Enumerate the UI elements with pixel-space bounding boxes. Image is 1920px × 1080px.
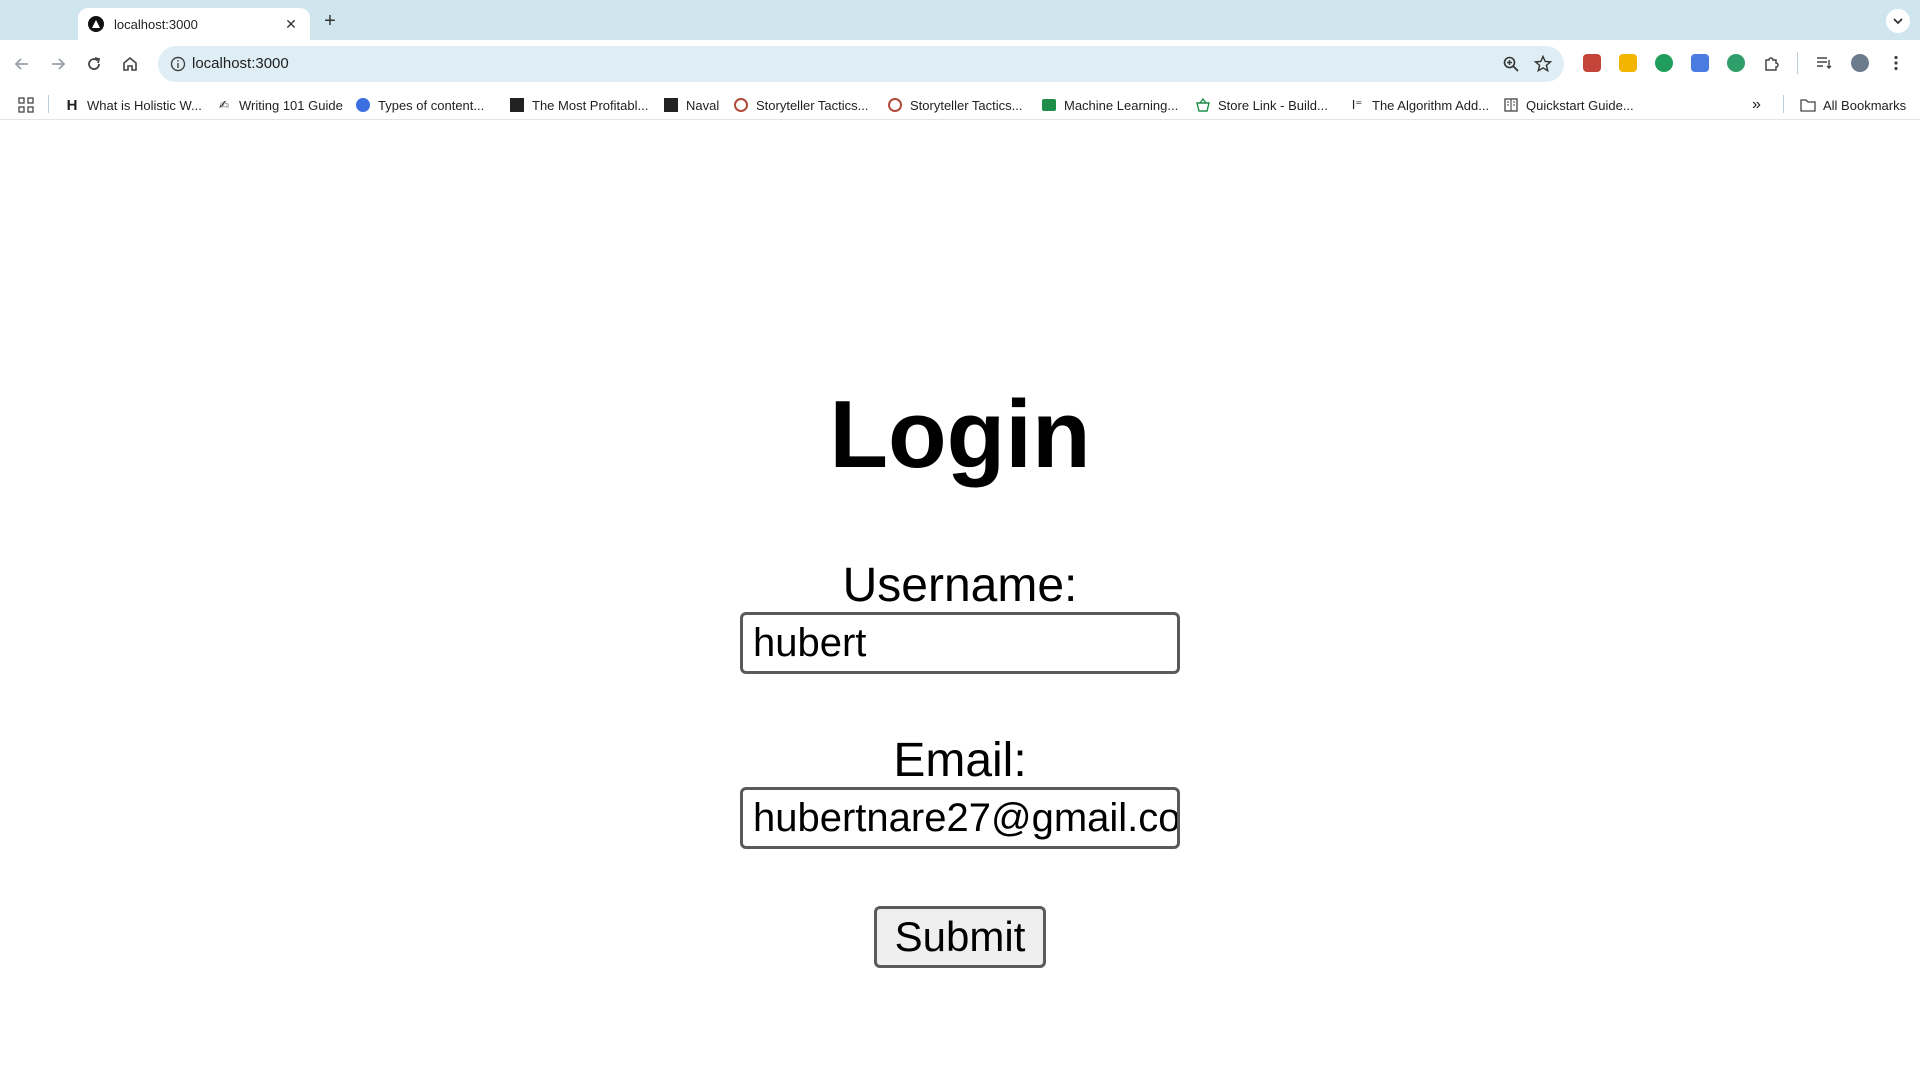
- bookmarks-divider: [1783, 95, 1784, 113]
- bookmark-item[interactable]: The Most Profitabl...: [509, 96, 648, 114]
- active-tab[interactable]: localhost:3000 ✕: [78, 8, 310, 40]
- extension-blue-icon[interactable]: [1691, 54, 1709, 72]
- reload-icon[interactable]: [82, 52, 106, 76]
- bookmark-item[interactable]: Store Link - Build...: [1195, 96, 1328, 114]
- apps-grid-icon[interactable]: [18, 96, 34, 114]
- bookmark-item[interactable]: I⁼ The Algorithm Add...: [1349, 96, 1489, 114]
- triangle-favicon-icon: [88, 16, 104, 32]
- dark-square-icon: [509, 97, 525, 113]
- username-input[interactable]: hubert: [740, 612, 1180, 674]
- info-icon[interactable]: [170, 56, 186, 72]
- close-icon[interactable]: ✕: [282, 15, 300, 33]
- book-icon: [1503, 97, 1519, 113]
- profile-avatar[interactable]: [1851, 54, 1869, 72]
- all-bookmarks-button[interactable]: All Bookmarks: [1800, 96, 1906, 114]
- extension-yellow-icon[interactable]: [1619, 54, 1637, 72]
- bookmarks-bar: H What is Holistic W... ✍ Writing 101 Gu…: [0, 88, 1920, 120]
- h-letter-icon: H: [66, 96, 78, 114]
- bookmark-item[interactable]: Types of content...: [355, 96, 484, 114]
- email-label: Email:: [893, 734, 1027, 787]
- home-icon[interactable]: [118, 52, 142, 76]
- reading-list-icon[interactable]: [1815, 54, 1833, 72]
- submit-button[interactable]: Submit: [874, 906, 1046, 968]
- page-title: Login: [829, 381, 1091, 488]
- bookmark-item[interactable]: Naval: [663, 96, 719, 114]
- folder-icon: [1800, 97, 1816, 113]
- tab-title: localhost:3000: [114, 16, 198, 32]
- bookmark-item[interactable]: Machine Learning...: [1041, 96, 1178, 114]
- tab-search-chevron-icon[interactable]: [1886, 9, 1910, 33]
- green-square-icon: [1041, 97, 1057, 113]
- dark-square-icon: [663, 97, 679, 113]
- bookmark-item[interactable]: Storyteller Tactics...: [887, 96, 1022, 114]
- extension-green-icon[interactable]: [1727, 54, 1745, 72]
- round-badge-icon: [887, 97, 903, 113]
- bookmark-item[interactable]: ✍ Writing 101 Guide: [216, 96, 343, 114]
- grammarly-icon[interactable]: [1655, 54, 1673, 72]
- bookmark-item[interactable]: H What is Holistic W...: [64, 96, 202, 114]
- bookmark-star-icon[interactable]: [1533, 54, 1553, 73]
- new-tab-plus-icon[interactable]: +: [318, 9, 342, 33]
- url-text: localhost:3000: [192, 55, 289, 72]
- more-bookmarks-chevron-icon[interactable]: »: [1752, 96, 1761, 114]
- basket-icon: [1195, 97, 1211, 113]
- toolbar-divider: [1797, 52, 1798, 74]
- username-label: Username:: [842, 559, 1078, 612]
- round-badge-icon: [733, 97, 749, 113]
- pen-icon: ✍: [218, 98, 230, 112]
- forward-arrow-icon[interactable]: [46, 52, 70, 76]
- extension-red-icon[interactable]: [1583, 54, 1601, 72]
- email-input[interactable]: hubertnare27@gmail.com: [740, 787, 1180, 849]
- puzzle-extensions-icon[interactable]: [1763, 54, 1781, 72]
- back-arrow-icon[interactable]: [10, 52, 34, 76]
- bookmark-item[interactable]: Storyteller Tactics...: [733, 96, 868, 114]
- zoom-icon[interactable]: [1502, 55, 1520, 73]
- kebab-menu-icon[interactable]: [1887, 54, 1905, 72]
- tab-strip: localhost:3000 ✕ +: [0, 0, 1920, 40]
- text-icon: I⁼: [1351, 97, 1363, 112]
- bookmark-item[interactable]: Quickstart Guide...: [1503, 96, 1634, 114]
- address-bar[interactable]: localhost:3000: [158, 46, 1564, 82]
- bookmarks-divider: [48, 95, 49, 113]
- page-content: Login Username: hubert Email: hubertnare…: [0, 121, 1920, 1080]
- blue-circle-icon: [355, 97, 371, 113]
